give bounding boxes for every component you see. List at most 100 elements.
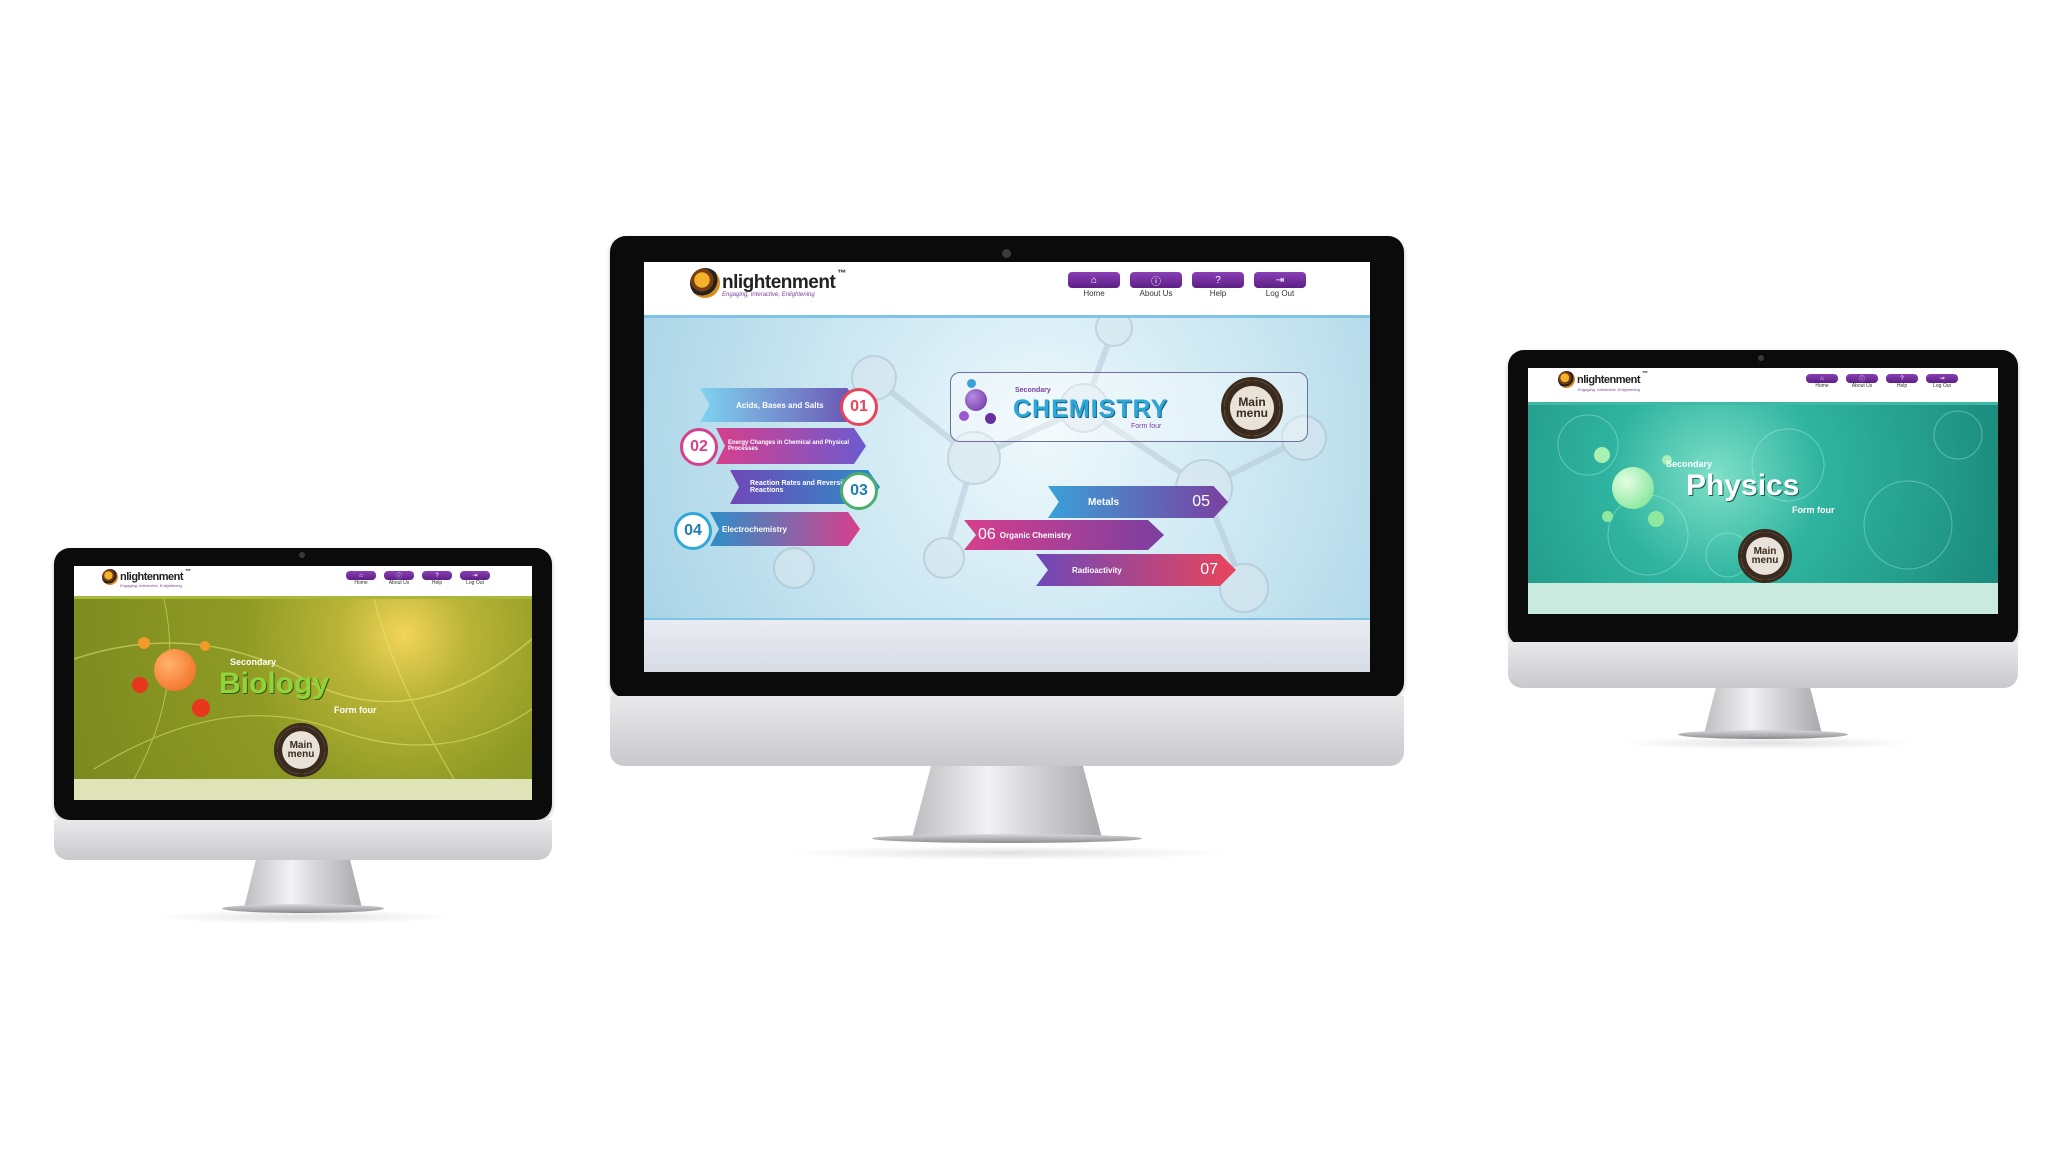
camera-dot: [1002, 249, 1011, 258]
main-menu-line2: menu: [1751, 555, 1779, 566]
footer-bar: [1528, 583, 1998, 614]
topic-label: Energy Changes in Chemical and Physical …: [728, 439, 850, 452]
help-icon: ?: [422, 571, 452, 580]
nav-home-label: Home: [354, 580, 368, 586]
nav-help[interactable]: ? Help: [1192, 272, 1244, 298]
home-icon: ⌂: [1068, 272, 1120, 288]
nav-logout[interactable]: ⇥ Log Out: [1254, 272, 1306, 298]
site-header: nlightenment ™ Engaging, Interactive, En…: [644, 262, 1370, 315]
nav-about[interactable]: ⓘ About Us: [384, 571, 414, 586]
topic-chip-02[interactable]: Energy Changes in Chemical and Physical …: [716, 428, 866, 464]
main-menu-button[interactable]: Main menu: [274, 723, 328, 777]
topic-number-03[interactable]: 03: [840, 472, 878, 510]
molecule-background: [773, 318, 1327, 613]
subject-prefix: Secondary: [1015, 387, 1051, 394]
brand-name: nlightenment: [120, 571, 184, 583]
molecule-node: [138, 637, 150, 649]
topic-label: Metals: [1088, 496, 1120, 508]
nav-about-label: About Us: [1851, 383, 1873, 389]
molecule-icon: [154, 649, 196, 691]
monitor-chin: [54, 820, 552, 860]
topic-chip-01[interactable]: Acids, Bases and Salts: [700, 388, 860, 422]
monitor-chin: [610, 696, 1404, 766]
nav-home[interactable]: ⌂ Home: [1068, 272, 1120, 298]
monitor-shadow: [780, 846, 1234, 860]
brand-tagline: Engaging, Interactive, Enlightening: [1578, 387, 1640, 392]
brand-trademark: ™: [1642, 371, 1648, 377]
monitor-stand-foot: [872, 834, 1142, 843]
main-menu-button[interactable]: Main menu: [1221, 377, 1283, 439]
nav-logout[interactable]: ⇥ Log Out: [460, 571, 490, 586]
topic-number-05: 05: [1192, 493, 1210, 510]
monitor-biology: nlightenment ™ Engaging, Interactive, En…: [54, 548, 552, 924]
topic-label: Acids, Bases and Salts: [736, 400, 824, 410]
site-header: nlightenment ™ Engaging, Interactive, En…: [1528, 368, 1998, 402]
home-icon: ⌂: [346, 571, 376, 580]
topic-number-07: 07: [1200, 561, 1218, 578]
topic-chip-07[interactable]: Radioactivity 07: [1036, 554, 1236, 586]
molecule-icon: [965, 389, 987, 411]
molecule-node: [959, 411, 969, 421]
topic-number: 01: [850, 398, 868, 415]
topic-number-01[interactable]: 01: [840, 388, 878, 426]
nav-home[interactable]: ⌂ Home: [1806, 374, 1838, 389]
footer-bar: [74, 779, 532, 800]
topic-number-02[interactable]: 02: [680, 428, 718, 466]
topic-label: Electrochemistry: [722, 524, 787, 534]
camera-dot: [299, 552, 305, 558]
nav-home-label: Home: [1815, 383, 1829, 389]
molecule-node: [1648, 511, 1664, 527]
monitor-shadow: [154, 910, 454, 924]
molecule-node: [132, 677, 148, 693]
nav-home[interactable]: ⌂ Home: [346, 571, 376, 586]
monitor-chin: [1508, 642, 2018, 688]
nav-logout[interactable]: ⇥ Log Out: [1926, 374, 1958, 389]
nav-help-label: Help: [1209, 289, 1227, 298]
subject-level: Form four: [334, 705, 377, 715]
main-menu-button[interactable]: Main menu: [1738, 529, 1792, 583]
nav-about-label: About Us: [388, 580, 410, 586]
nav-help[interactable]: ? Help: [1886, 374, 1918, 389]
monitor-stand-neck: [1704, 688, 1822, 734]
molecule-node: [200, 641, 210, 651]
topic-label: Radioactivity: [1072, 565, 1122, 575]
logout-icon: ⇥: [460, 571, 490, 580]
monitor-stand-neck: [244, 860, 362, 908]
brand-name: nlightenment: [1577, 373, 1641, 386]
physics-hero: Secondary Physics Form four Main menu: [1528, 405, 1998, 583]
monitor-shadow: [1618, 736, 1918, 750]
subject-prefix: Secondary: [1666, 459, 1713, 469]
nav-about[interactable]: ⓘ About Us: [1846, 374, 1878, 389]
screen-physics: nlightenment ™ Engaging, Interactive, En…: [1528, 368, 1998, 614]
nav-logout-label: Log Out: [466, 580, 484, 586]
logout-icon: ⇥: [1926, 374, 1958, 383]
subject-title-card: Secondary CHEMISTRY Form four Main menu: [950, 372, 1308, 442]
chemistry-hero: Secondary CHEMISTRY Form four Main menu A…: [644, 318, 1370, 618]
nav-logout-label: Log Out: [1933, 383, 1951, 389]
main-nav: ⌂ Home ⓘ About Us ? Help ⇥ Log Out: [346, 571, 490, 586]
subject-prefix: Secondary: [230, 657, 277, 667]
topic-chip-05[interactable]: Metals 05: [1048, 486, 1228, 518]
subject-level: Form four: [1792, 505, 1835, 515]
topic-chip-04[interactable]: Electrochemistry: [710, 512, 860, 546]
subject-title: CHEMISTRY: [1013, 395, 1169, 423]
topic-number-04[interactable]: 04: [674, 512, 712, 550]
nav-about[interactable]: ⓘ About Us: [1130, 272, 1182, 298]
brand-logo[interactable]: nlightenment ™: [1558, 371, 1648, 388]
main-menu-line2: menu: [287, 749, 315, 760]
nav-help-label: Help: [1896, 383, 1908, 389]
subject-level: Form four: [1131, 423, 1162, 430]
molecule-icon: [1612, 467, 1654, 509]
brand-trademark: ™: [837, 268, 846, 278]
biology-hero: Secondary Biology Form four Main menu: [74, 599, 532, 779]
topic-chip-06[interactable]: 06 Organic Chemistry: [964, 520, 1164, 550]
subject-title: Biology: [219, 667, 329, 700]
info-icon: ⓘ: [1130, 272, 1182, 288]
brand-logo-icon: [102, 569, 118, 585]
subject-title: Physics: [1686, 469, 1800, 502]
main-nav: ⌂ Home ⓘ About Us ? Help ⇥ Log Out: [1068, 272, 1306, 298]
brand-name: nlightenment: [722, 272, 836, 293]
molecule-node: [967, 379, 976, 388]
help-icon: ?: [1886, 374, 1918, 383]
nav-help[interactable]: ? Help: [422, 571, 452, 586]
